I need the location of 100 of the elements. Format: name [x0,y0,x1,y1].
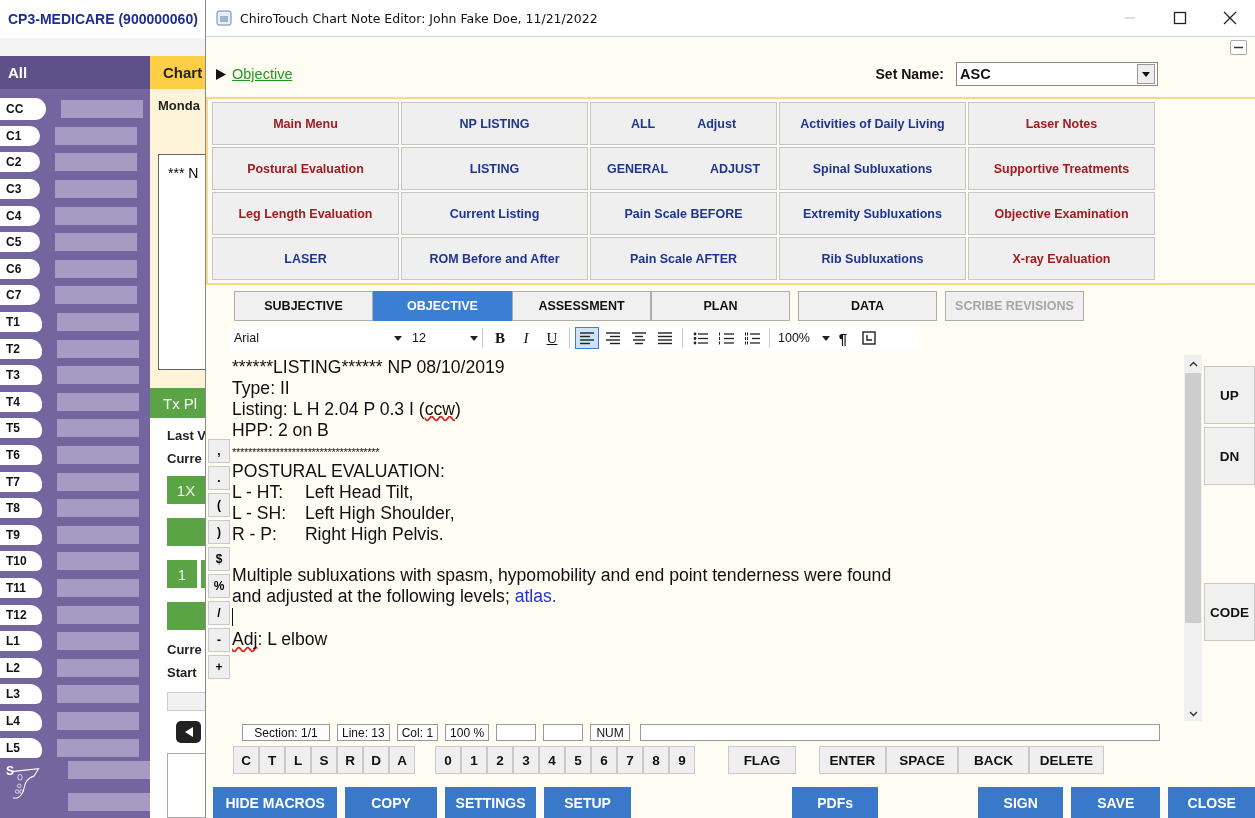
key[interactable]: % [208,574,230,598]
macro-button[interactable]: GENERAL ADJUST [590,147,777,190]
vertebra-bar[interactable] [57,525,139,544]
macro-button[interactable]: NP LISTING [401,102,588,145]
key[interactable]: 6 [591,746,617,774]
text-box[interactable] [167,753,205,818]
side-button[interactable]: UP [1204,366,1255,424]
tab[interactable]: SUBJECTIVE [234,291,373,321]
macro-button[interactable]: Current Listing [401,192,588,235]
action-button[interactable]: HIDE MACROS [213,787,338,818]
vertebra-bar[interactable] [57,472,139,491]
vertebra-bar[interactable] [57,605,139,624]
vertebra-label[interactable]: L3 [0,684,42,705]
vertebra-bar[interactable] [61,100,143,119]
vertebra-bar[interactable] [57,658,139,677]
macro-button[interactable]: LASER [212,237,399,280]
vertebra-label[interactable]: L5 [0,737,42,758]
chart-tab[interactable]: Chart [150,56,205,89]
macro-button[interactable]: Pain Scale AFTER [590,237,777,280]
key[interactable]: 3 [513,746,539,774]
vertebra-label[interactable]: T1 [0,312,42,333]
vertebra-label[interactable]: T4 [0,391,42,412]
font-dropdown[interactable]: Arial [230,331,402,345]
vertebra-label[interactable]: T8 [0,498,42,519]
key[interactable]: 9 [669,746,695,774]
maximize-icon[interactable] [1173,11,1187,25]
macro-button[interactable]: Leg Length Evaluation [212,192,399,235]
vertebra-label[interactable]: T7 [0,471,42,492]
vertebra-label[interactable]: T12 [0,604,42,625]
set-name-dropdown[interactable]: ASC [956,62,1158,86]
macro-button[interactable]: Activities of Daily Living [779,102,966,145]
key[interactable]: / [208,601,230,625]
align-left-button[interactable] [575,327,599,349]
paragraph-marks-button[interactable]: ¶ [831,327,855,349]
vertebra-label[interactable]: L1 [0,631,42,652]
key[interactable]: 5 [565,746,591,774]
vertebra-bar[interactable] [57,499,139,518]
key[interactable]: 1 [461,746,487,774]
action-button[interactable]: CLOSE [1168,787,1255,818]
vertebra-label[interactable]: C2 [0,152,40,173]
vertebra-label[interactable]: L4 [0,710,42,731]
vertebra-label[interactable]: C4 [0,205,40,226]
vertebra-label[interactable]: T9 [0,524,42,545]
input-field[interactable] [167,692,205,711]
macro-button[interactable]: X-ray Evaluation [968,237,1155,280]
scrollbar-thumb[interactable] [1185,373,1201,623]
macro-button[interactable]: Rib Subluxations [779,237,966,280]
vertebra-bar[interactable] [55,259,137,278]
key[interactable]: D [363,746,389,774]
section-link[interactable]: Objective [232,66,293,82]
vertebra-bar[interactable] [57,392,139,411]
key[interactable]: 0 [435,746,461,774]
key[interactable]: T [259,746,285,774]
expand-triangle-icon[interactable] [216,68,226,80]
vertebra-label[interactable]: T2 [0,338,42,359]
vertebra-bar[interactable] [55,286,137,305]
collapse-button[interactable] [1230,40,1247,55]
italic-button[interactable]: I [514,327,538,349]
key[interactable]: 8 [643,746,669,774]
vertebra-bar[interactable] [57,632,139,651]
vertebra-bar[interactable] [57,339,139,358]
tab[interactable]: PLAN [651,291,790,321]
back-button[interactable] [176,721,201,743]
vertebra-bar[interactable] [55,126,137,145]
action-button[interactable]: SETUP [544,787,631,818]
key[interactable]: L [285,746,311,774]
vertebra-bar[interactable] [57,366,139,385]
action-button[interactable]: SIGN [978,787,1063,818]
scroll-down-icon[interactable] [1188,711,1198,717]
vertebra-bar[interactable] [57,313,139,332]
key[interactable]: ENTER [819,746,886,774]
key[interactable]: ( [208,493,230,517]
macro-button[interactable]: Spinal Subluxations [779,147,966,190]
vertebra-label[interactable]: T10 [0,551,42,572]
macro-button[interactable]: ROM Before and After [401,237,588,280]
spine-header[interactable]: All [0,56,150,89]
macro-button[interactable]: Supportive Treatments [968,147,1155,190]
vertebra-label[interactable]: C1 [0,125,40,146]
vertebra-bar[interactable] [55,153,137,172]
macro-button[interactable]: Main Menu [212,102,399,145]
action-button[interactable]: COPY [345,787,437,818]
key[interactable]: - [208,628,230,652]
key[interactable]: SPACE [886,746,958,774]
macro-button[interactable]: Postural Evaluation [212,147,399,190]
macro-button[interactable]: Extremity Subluxations [779,192,966,235]
vertebra-label[interactable]: CC [0,98,46,121]
vertebra-bar[interactable] [57,711,139,730]
vertebra-bar[interactable] [57,685,139,704]
action-button[interactable]: SAVE [1070,787,1161,818]
vertebra-bar[interactable] [55,180,137,199]
key[interactable]: BACK [958,746,1029,774]
key[interactable]: + [208,655,230,679]
action-button[interactable]: SETTINGS [444,787,537,818]
vertebra-label[interactable]: C3 [0,179,40,200]
key[interactable]: . [208,466,230,490]
vertebra-bar[interactable] [55,206,137,225]
key[interactable]: A [389,746,415,774]
scrollbar[interactable] [1184,355,1202,721]
action-button[interactable]: PDFs [791,787,879,818]
vertebra-label[interactable]: T6 [0,445,42,465]
